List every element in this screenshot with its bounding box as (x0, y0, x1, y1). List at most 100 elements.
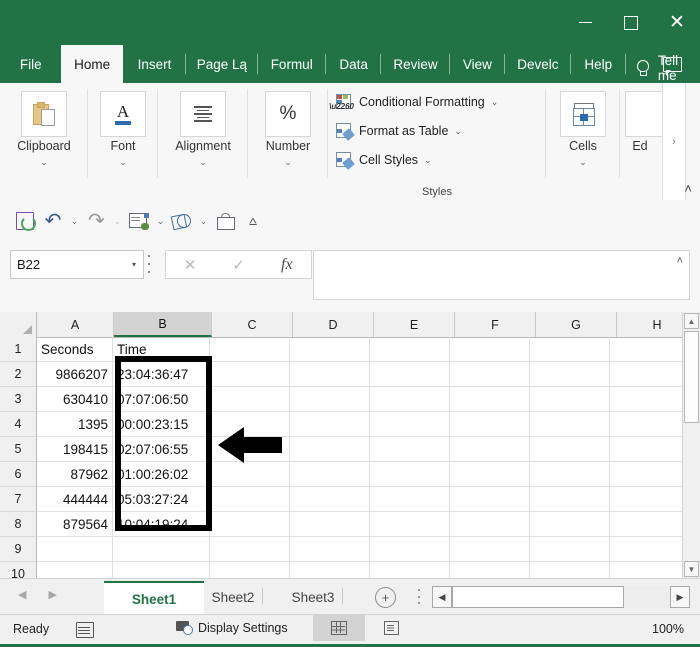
customize-qat-button[interactable]: ⩟ (240, 208, 266, 234)
cell-c8[interactable] (210, 512, 290, 537)
chevron-down-icon[interactable]: ▾ (132, 260, 136, 269)
ribbon-more-button[interactable]: › (662, 83, 686, 200)
cell-g9[interactable] (530, 537, 610, 562)
cell-f8[interactable] (450, 512, 530, 537)
cell-h3[interactable] (610, 387, 690, 412)
minimize-button[interactable] (562, 0, 608, 45)
insert-function-button[interactable]: fx (263, 256, 311, 274)
cell-g7[interactable] (530, 487, 610, 512)
cell-a4[interactable]: 1395 (37, 412, 113, 437)
cell-d9[interactable] (290, 537, 370, 562)
conditional-formatting-button[interactable]: \u2260 Conditional Formatting ⌄ (329, 94, 499, 111)
redo-button[interactable]: ↶ (83, 208, 109, 234)
tab-file[interactable]: File (0, 45, 61, 83)
cell-a9[interactable] (37, 537, 113, 562)
cell-h1[interactable] (610, 337, 690, 362)
cell-f6[interactable] (450, 462, 530, 487)
cell-a6[interactable]: 87962 (37, 462, 113, 487)
alignment-chevron-icon[interactable]: ⌄ (158, 157, 248, 168)
row-header-1[interactable]: 1 (0, 337, 37, 362)
cell-a3[interactable]: 630410 (37, 387, 113, 412)
cell-g5[interactable] (530, 437, 610, 462)
chevron-down-icon[interactable]: ⌄ (491, 97, 499, 108)
column-header-f[interactable]: F (455, 312, 536, 337)
cell-a8[interactable]: 879564 (37, 512, 113, 537)
select-all-button[interactable] (0, 312, 37, 337)
horizontal-scrollbar-thumb[interactable] (452, 586, 624, 608)
tab-review[interactable]: Review (381, 45, 450, 83)
cell-g6[interactable] (530, 462, 610, 487)
cell-a1[interactable]: Seconds (37, 337, 113, 362)
enter-formula-button[interactable]: ✓ (214, 256, 262, 274)
formula-input[interactable]: ˄ (313, 250, 690, 300)
name-box[interactable]: B22 ▾ (10, 250, 144, 279)
vertical-scrollbar[interactable]: ▲ ▼ (682, 312, 700, 578)
display-settings-button[interactable]: Display Settings (176, 621, 288, 635)
cell-e9[interactable] (370, 537, 450, 562)
macro-record-icon[interactable] (76, 622, 94, 638)
tab-developer[interactable]: Develc (505, 45, 571, 83)
sheet-next-button[interactable]: ▶ (48, 588, 56, 601)
cell-d2[interactable] (290, 362, 370, 387)
cell-b4[interactable]: 00:00:23:15 (113, 412, 210, 437)
cell-h2[interactable] (610, 362, 690, 387)
cell-a7[interactable]: 444444 (37, 487, 113, 512)
cell-c1[interactable] (210, 337, 290, 362)
font-button[interactable]: A (100, 91, 146, 137)
cell-g3[interactable] (530, 387, 610, 412)
scroll-up-button[interactable]: ▲ (684, 313, 699, 329)
cell-a5[interactable]: 198415 (37, 437, 113, 462)
cell-e2[interactable] (370, 362, 450, 387)
cell-h8[interactable] (610, 512, 690, 537)
cell-e5[interactable] (370, 437, 450, 462)
scroll-down-button[interactable]: ▼ (684, 561, 699, 577)
attach-button[interactable] (212, 208, 238, 234)
cell-d7[interactable] (290, 487, 370, 512)
cell-c2[interactable] (210, 362, 290, 387)
cells-chevron-icon[interactable]: ⌄ (546, 157, 620, 168)
number-chevron-icon[interactable]: ⌄ (248, 157, 328, 168)
tab-page-layout[interactable]: Page Lą (186, 45, 258, 83)
expand-formula-bar-icon[interactable]: ˄ (677, 255, 683, 267)
scroll-right-button[interactable]: ▶ (670, 586, 690, 608)
cell-b8[interactable]: 10:04:19:24 (113, 512, 210, 537)
maximize-button[interactable] (608, 0, 654, 45)
cell-b3[interactable]: 07:07:06:50 (113, 387, 210, 412)
row-header-7[interactable]: 7 (0, 487, 37, 512)
cell-h6[interactable] (610, 462, 690, 487)
shapes-chevron-icon[interactable]: ⌄ (197, 216, 210, 227)
cell-d6[interactable] (290, 462, 370, 487)
clipboard-chevron-icon[interactable]: ⌄ (0, 157, 88, 168)
add-sheet-button[interactable]: + (375, 587, 396, 608)
formula-bar-grip[interactable] (147, 255, 151, 273)
column-header-a[interactable]: A (37, 312, 114, 337)
sheet-tab-sheet3[interactable]: Sheet3 (266, 581, 360, 613)
sheet-prev-button[interactable]: ◀ (18, 588, 26, 601)
cell-f2[interactable] (450, 362, 530, 387)
tab-formulas[interactable]: Formul (258, 45, 326, 83)
format-as-table-button[interactable]: Format as Table ⌄ (336, 123, 462, 141)
cell-b9[interactable] (113, 537, 210, 562)
cell-a2[interactable]: 9866207 (37, 362, 113, 387)
cell-f4[interactable] (450, 412, 530, 437)
cell-c6[interactable] (210, 462, 290, 487)
cell-c9[interactable] (210, 537, 290, 562)
cell-d1[interactable] (290, 337, 370, 362)
column-header-e[interactable]: E (374, 312, 455, 337)
tab-insert[interactable]: Insert (123, 45, 187, 83)
chevron-down-icon[interactable]: ⌄ (424, 155, 432, 166)
tab-data[interactable]: Data (326, 45, 382, 83)
cell-f1[interactable] (450, 337, 530, 362)
row-header-6[interactable]: 6 (0, 462, 37, 487)
cell-c3[interactable] (210, 387, 290, 412)
cell-g2[interactable] (530, 362, 610, 387)
cell-d5[interactable] (290, 437, 370, 462)
shapes-button[interactable] (169, 208, 195, 234)
undo-button[interactable]: ↶ (40, 208, 66, 234)
row-header-8[interactable]: 8 (0, 512, 37, 537)
cell-styles-button[interactable]: Cell Styles ⌄ (336, 152, 432, 170)
email-button[interactable] (126, 208, 152, 234)
cell-g4[interactable] (530, 412, 610, 437)
page-layout-view-button[interactable] (365, 615, 417, 641)
cell-g8[interactable] (530, 512, 610, 537)
